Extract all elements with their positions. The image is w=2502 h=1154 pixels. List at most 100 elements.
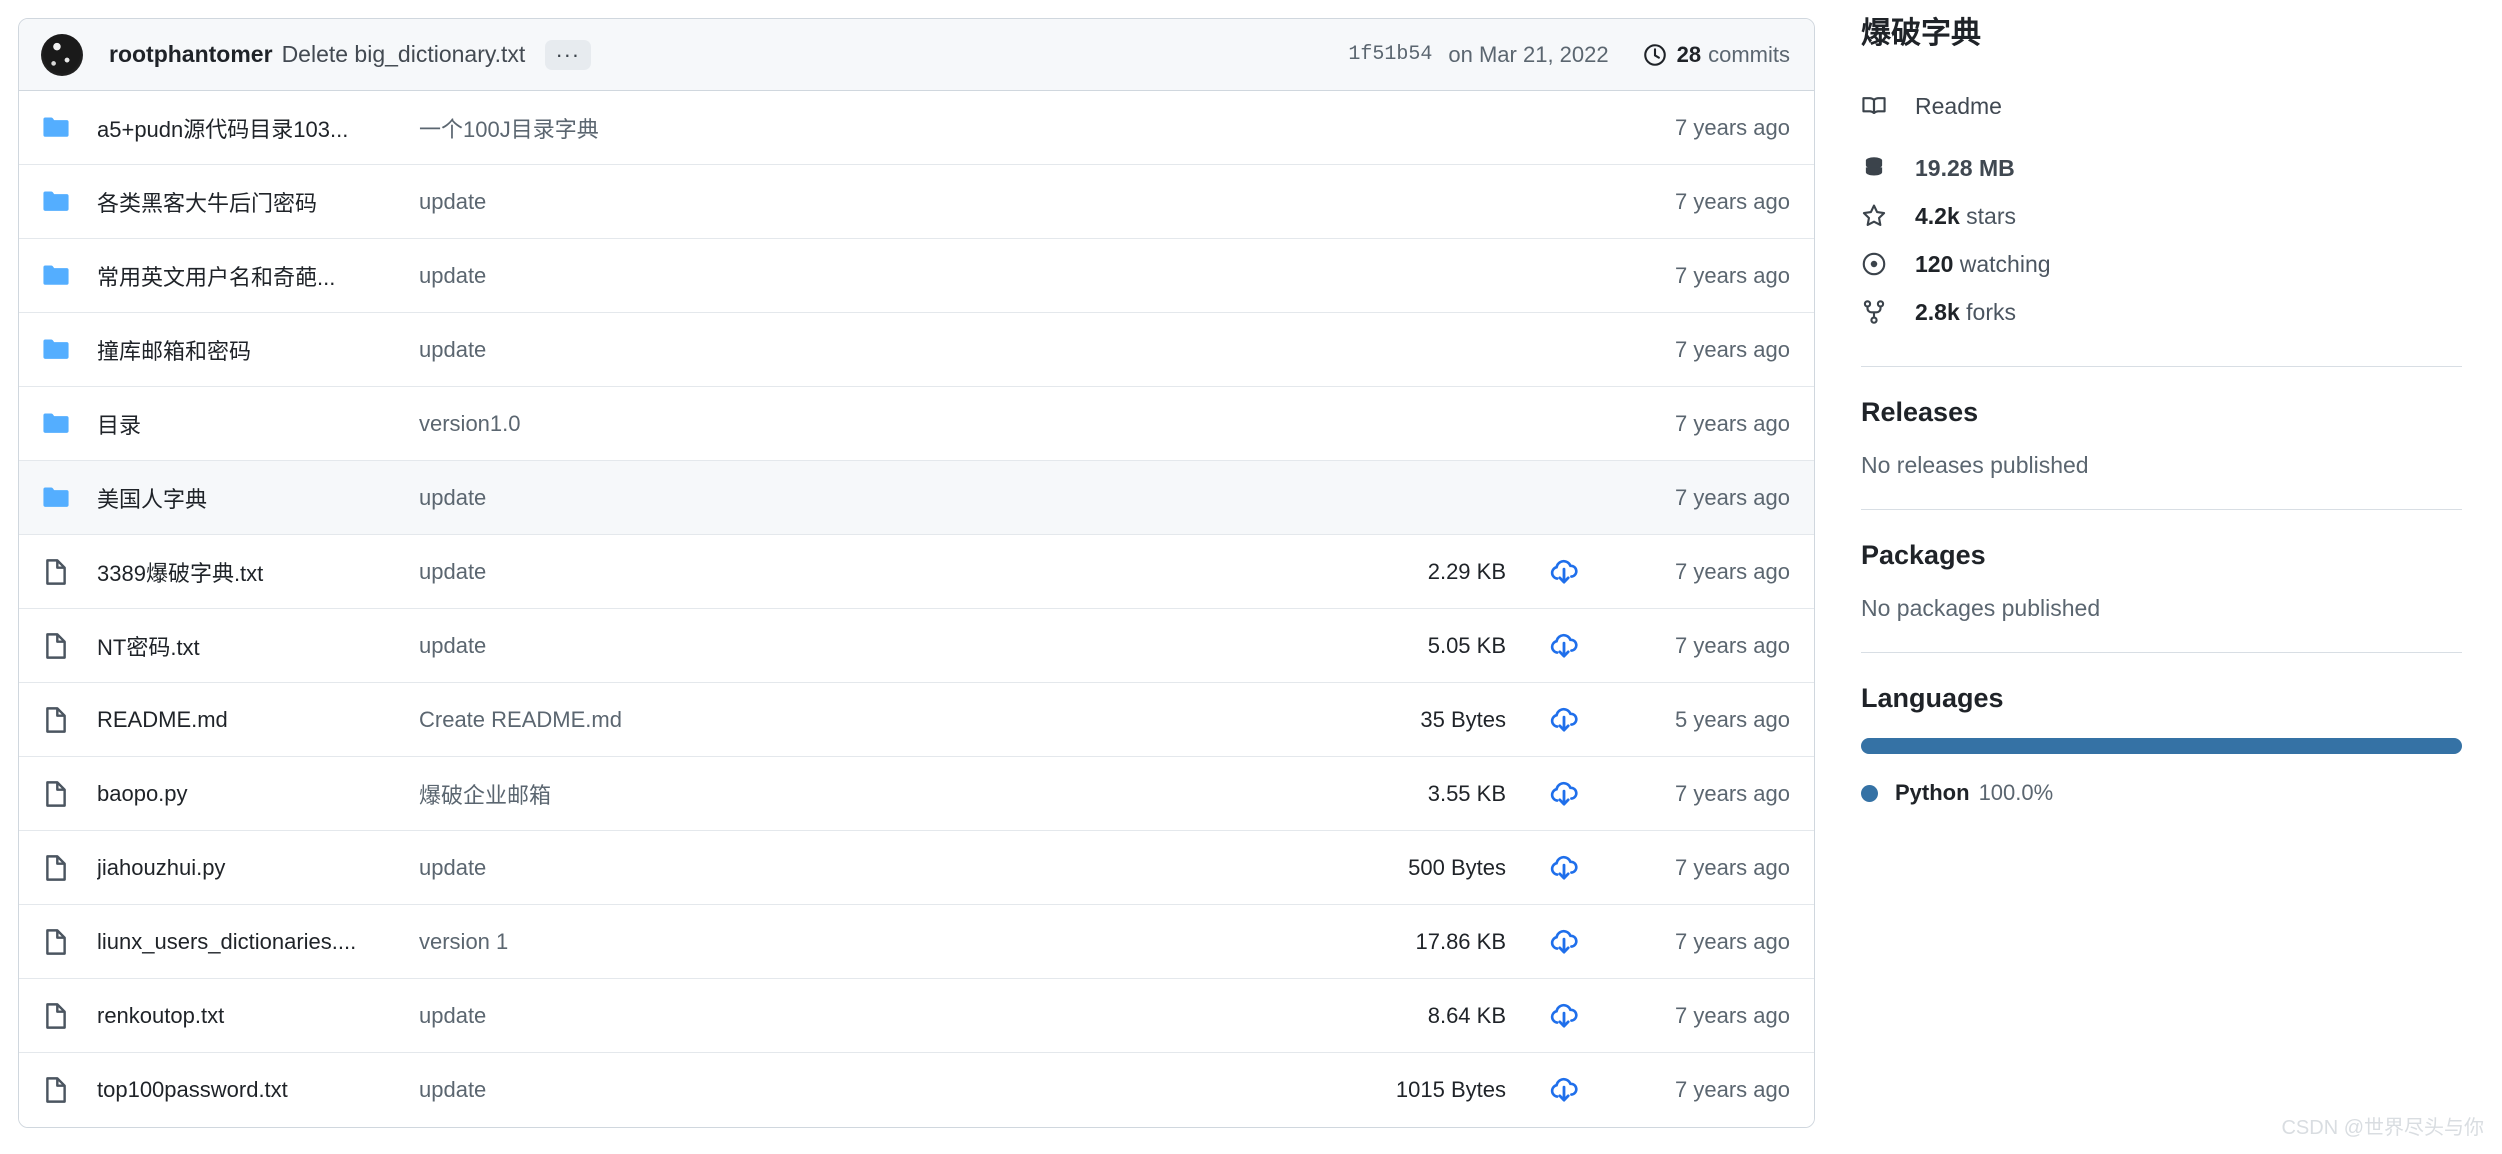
row-name[interactable]: liunx_users_dictionaries.... <box>97 929 419 955</box>
table-row[interactable]: 美国人字典 update 7 years ago <box>19 461 1814 535</box>
star-icon <box>1861 203 1895 229</box>
packages-title: Packages <box>1861 540 1986 570</box>
row-timestamp: 7 years ago <box>1675 854 1790 880</box>
row-commit-message[interactable]: version 1 <box>419 929 1316 955</box>
file-icon <box>41 557 97 587</box>
commit-meta: 1f51b54 on Mar 21, 2022 28 commits <box>1348 42 1790 68</box>
book-icon <box>1861 93 1895 119</box>
row-commit-message[interactable]: update <box>419 1077 1316 1103</box>
language-name: Python <box>1895 780 1970 805</box>
forks-label: forks <box>1966 298 2016 325</box>
language-item-python[interactable]: Python 100.0% <box>1861 780 2462 806</box>
row-timestamp: 7 years ago <box>1675 1077 1790 1102</box>
divider-packages <box>1861 509 2462 510</box>
packages-empty: No packages published <box>1861 595 2101 621</box>
download-icon[interactable] <box>1506 852 1622 884</box>
table-row[interactable]: top100password.txt update 1015 Bytes 7 year… <box>19 1053 1814 1127</box>
row-name[interactable]: 撞库邮箱和密码 <box>97 334 419 366</box>
row-timestamp: 7 years ago <box>1675 1002 1790 1028</box>
row-name[interactable]: README.md <box>97 707 419 733</box>
table-row[interactable]: NT密码.txt update 5.05 KB 7 years ago <box>19 609 1814 683</box>
row-file-size: 3.55 KB <box>1427 780 1506 806</box>
row-timestamp: 7 years ago <box>1675 114 1790 140</box>
repo-sidebar: 爆破字典 Readme 19.28 MB 4.2k stars 120 watc… <box>1815 0 2502 1154</box>
table-row[interactable]: liunx_users_dictionaries.... version 1 17.… <box>19 905 1814 979</box>
row-commit-message[interactable]: update <box>419 1003 1316 1029</box>
row-file-size: 500 Bytes <box>1408 854 1506 880</box>
row-name[interactable]: top100password.txt <box>97 1077 419 1103</box>
language-color-dot <box>1861 784 1878 802</box>
row-name[interactable]: NT密码.txt <box>97 630 419 662</box>
forks-item[interactable]: 2.8k forks <box>1861 288 2462 336</box>
history-clock-icon <box>1643 43 1677 67</box>
row-name[interactable]: a5+pudn源代码目录103... <box>97 112 419 144</box>
row-file-size: 35 Bytes <box>1420 706 1506 732</box>
download-icon[interactable] <box>1506 630 1622 662</box>
expand-commit-message-button[interactable]: ... <box>545 38 592 70</box>
forks-count: 2.8k <box>1915 298 1960 325</box>
row-commit-message[interactable]: Create README.md <box>419 707 1316 733</box>
table-row[interactable]: renkoutop.txt update 8.64 KB 7 years ago <box>19 979 1814 1053</box>
table-row[interactable]: jiahouzhui.py update 500 Bytes 7 years ago <box>19 831 1814 905</box>
row-name[interactable]: renkoutop.txt <box>97 1003 419 1029</box>
language-bar[interactable] <box>1861 738 2462 754</box>
table-row[interactable]: 常用英文用户名和奇葩... update 7 years ago <box>19 239 1814 313</box>
file-table: rootphantomer Delete big_dictionary.txt … <box>18 18 1815 1128</box>
stars-item[interactable]: 4.2k stars <box>1861 192 2462 240</box>
row-name[interactable]: 常用英文用户名和奇葩... <box>97 260 419 292</box>
file-listing-column: rootphantomer Delete big_dictionary.txt … <box>0 0 1815 1154</box>
download-icon[interactable] <box>1506 1000 1622 1032</box>
row-commit-message[interactable]: update <box>419 189 1316 215</box>
stars-count: 4.2k <box>1915 202 1960 229</box>
download-icon[interactable] <box>1506 1074 1622 1106</box>
download-icon[interactable] <box>1506 556 1622 588</box>
readme-label: Readme <box>1915 92 2002 119</box>
file-icon <box>41 779 97 809</box>
row-name[interactable]: baopo.py <box>97 781 419 807</box>
table-row[interactable]: 目录 version1.0 7 years ago <box>19 387 1814 461</box>
row-commit-message[interactable]: update <box>419 485 1316 511</box>
commits-label: commits <box>1708 41 1790 67</box>
table-row[interactable]: 撞库邮箱和密码 update 7 years ago <box>19 313 1814 387</box>
table-row[interactable]: README.md Create README.md 35 Bytes 5 years… <box>19 683 1814 757</box>
commit-sha[interactable]: 1f51b54 <box>1348 43 1432 66</box>
row-commit-message[interactable]: version1.0 <box>419 411 1316 437</box>
row-timestamp: 7 years ago <box>1675 262 1790 288</box>
row-commit-message[interactable]: update <box>419 633 1316 659</box>
row-commit-message[interactable]: 一个100J目录字典 <box>419 112 1316 144</box>
download-icon[interactable] <box>1506 704 1622 736</box>
row-commit-message[interactable]: update <box>419 337 1316 363</box>
repo-size-item: 19.28 MB <box>1861 144 2462 192</box>
commit-author[interactable]: rootphantomer <box>109 41 273 68</box>
row-file-size: 17.86 KB <box>1415 928 1506 954</box>
row-timestamp: 7 years ago <box>1675 410 1790 436</box>
releases-title: Releases <box>1861 397 1979 427</box>
readme-link[interactable]: Readme <box>1861 82 2462 130</box>
folder-icon <box>41 483 97 513</box>
row-commit-message[interactable]: update <box>419 559 1316 585</box>
row-name[interactable]: 美国人字典 <box>97 482 419 514</box>
repo-title: 爆破字典 <box>1861 17 1981 50</box>
language-percent: 100.0% <box>1978 780 2054 805</box>
watching-label: watching <box>1959 250 2051 277</box>
row-commit-message[interactable]: update <box>419 263 1316 289</box>
watching-item[interactable]: 120 watching <box>1861 240 2462 288</box>
row-name[interactable]: 目录 <box>97 408 419 440</box>
table-row[interactable]: baopo.py 爆破企业邮箱 3.55 KB 7 years ago <box>19 757 1814 831</box>
row-name[interactable]: jiahouzhui.py <box>97 855 419 881</box>
download-icon[interactable] <box>1506 926 1622 958</box>
row-commit-message[interactable]: update <box>419 855 1316 881</box>
commits-history-link[interactable]: 28 commits <box>1643 42 1790 68</box>
download-icon[interactable] <box>1506 778 1622 810</box>
avatar <box>41 33 83 76</box>
row-file-size: 2.29 KB <box>1427 558 1506 584</box>
database-icon <box>1861 155 1895 181</box>
table-row[interactable]: 各类黑客大牛后门密码 update 7 years ago <box>19 165 1814 239</box>
table-row[interactable]: 3389爆破字典.txt update 2.29 KB 7 years ago <box>19 535 1814 609</box>
row-name[interactable]: 3389爆破字典.txt <box>97 556 419 588</box>
row-name[interactable]: 各类黑客大牛后门密码 <box>97 186 419 218</box>
commit-message[interactable]: Delete big_dictionary.txt <box>282 41 526 68</box>
table-row[interactable]: a5+pudn源代码目录103... 一个100J目录字典 7 years ago <box>19 91 1814 165</box>
file-icon <box>41 1075 97 1105</box>
row-commit-message[interactable]: 爆破企业邮箱 <box>419 778 1316 810</box>
